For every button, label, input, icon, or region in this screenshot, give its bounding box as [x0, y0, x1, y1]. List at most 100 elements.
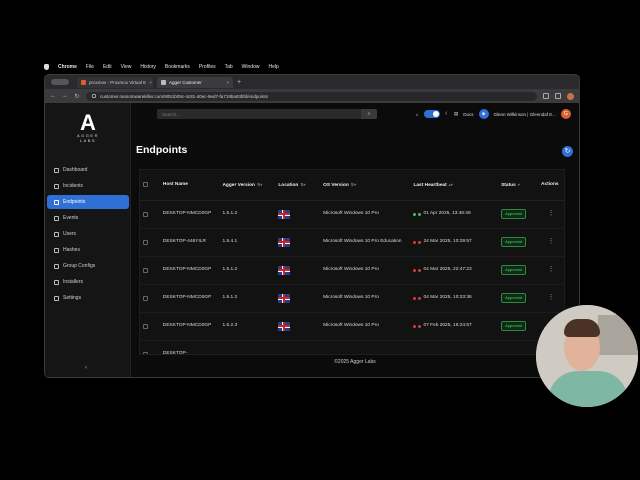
- menu-file[interactable]: File: [86, 64, 94, 70]
- hashes-icon: [54, 247, 59, 253]
- shield-icon[interactable]: ◈: [478, 109, 489, 119]
- host-name-cell: DESKTOP-NMCD0GP: [159, 200, 220, 229]
- table-row[interactable]: DESKTOP-NMCD0GP 1.5.1.2 Microsoft Window…: [140, 200, 564, 229]
- apple-icon[interactable]: [44, 64, 49, 70]
- row-checkbox[interactable]: [143, 211, 148, 217]
- column-header-host-name[interactable]: Host Name: [159, 170, 220, 201]
- sidebar-item-incidents[interactable]: Incidents: [47, 179, 129, 193]
- tab-proxmox[interactable]: proxmox - Proxmox Virtual E ×: [77, 76, 153, 88]
- window-controls[interactable]: [51, 79, 69, 85]
- search-placeholder: Search...: [162, 111, 181, 117]
- sidebar-item-installers[interactable]: Installers: [47, 275, 129, 289]
- column-header-agger-version[interactable]: Agger Version ⇅▾: [219, 170, 276, 201]
- row-checkbox[interactable]: [143, 239, 148, 245]
- table-row[interactable]: DESKTOP-: [140, 340, 564, 354]
- menu-profiles[interactable]: Profiles: [199, 64, 216, 70]
- menu-edit[interactable]: Edit: [103, 64, 112, 70]
- row-actions-icon[interactable]: ⋮: [537, 256, 564, 285]
- sidebar-item-label: Group Configs: [63, 263, 96, 269]
- table-header-row: Host Name Agger Version ⇅▾ Location ⇅▾ OS …: [140, 170, 564, 201]
- column-header-os-version[interactable]: OS Version ⇅▾: [320, 170, 411, 201]
- row-checkbox[interactable]: [143, 323, 148, 329]
- site-info-icon[interactable]: [92, 94, 96, 98]
- status-badge: Approved: [501, 293, 527, 303]
- close-icon[interactable]: ×: [226, 80, 229, 85]
- theme-toggle[interactable]: [423, 110, 440, 118]
- collapse-sidebar-icon[interactable]: ‹: [85, 365, 87, 371]
- menu-view[interactable]: View: [121, 64, 132, 70]
- status-badge: Approved: [501, 237, 527, 247]
- sort-icon[interactable]: ⇅▾: [257, 182, 262, 187]
- menu-app-name[interactable]: Chrome: [58, 64, 77, 70]
- search-icon[interactable]: ⌕: [361, 109, 377, 119]
- sidebar-item-dashboard[interactable]: Dashboard: [47, 163, 129, 177]
- sidebar-item-label: Hashes: [63, 247, 80, 253]
- menu-help[interactable]: Help: [268, 64, 278, 70]
- version-cell: 1.5.1.2: [219, 200, 276, 229]
- extensions-icon[interactable]: [555, 93, 561, 99]
- address-bar[interactable]: customer.ransomwarekiller.com/9051b09c-4…: [86, 91, 537, 101]
- menu-tab[interactable]: Tab: [225, 64, 233, 70]
- new-tab-icon[interactable]: +: [237, 79, 241, 86]
- row-checkbox[interactable]: [143, 295, 148, 301]
- os-version-cell: Microsoft Windows 10 Pro: [320, 312, 411, 341]
- sidebar-item-label: Users: [63, 231, 77, 237]
- sort-icon[interactable]: ⇅▾: [351, 182, 356, 187]
- user-avatar[interactable]: G: [561, 109, 571, 119]
- profile-avatar[interactable]: [567, 92, 574, 100]
- refresh-icon[interactable]: ↻: [562, 146, 573, 157]
- close-icon[interactable]: ×: [149, 80, 152, 85]
- page-title: Endpoints: [136, 144, 188, 156]
- search-input[interactable]: Search... ⌕: [157, 109, 377, 119]
- row-checkbox[interactable]: [143, 351, 148, 354]
- reload-icon[interactable]: ↻: [74, 93, 80, 100]
- column-header-status[interactable]: Status ▾: [498, 170, 538, 201]
- sidebar-item-group-configs[interactable]: Group Configs: [47, 259, 129, 273]
- browser-window: proxmox - Proxmox Virtual E × Agger Cust…: [44, 74, 580, 378]
- menu-bookmarks[interactable]: Bookmarks: [165, 64, 190, 70]
- table-row[interactable]: DESKTOP-NMCD0GP 1.5.1.2 Microsoft Window…: [140, 256, 564, 285]
- tab-agger-customer[interactable]: Agger Customer ×: [157, 76, 233, 88]
- sidebar-nav: Dashboard Incidents Endpoints Events Use…: [45, 163, 131, 307]
- column-header-location[interactable]: Location ⇅▾: [275, 170, 321, 201]
- main-content: Search... ⌕ ☼ ☾ ▤ Docs ◈ Glenn Wilkinson…: [131, 103, 579, 377]
- heartbeat-cell: 07 Feb 2025, 16:24:57: [423, 323, 472, 328]
- sort-icon[interactable]: ▴▾: [449, 182, 453, 187]
- sidebar-item-hashes[interactable]: Hashes: [47, 243, 129, 257]
- menu-window[interactable]: Window: [242, 64, 260, 70]
- row-actions-icon[interactable]: ⋮: [537, 228, 564, 257]
- host-name-cell: DESKTOP-NMCD0GP: [159, 284, 220, 313]
- sort-icon[interactable]: ⇅▾: [300, 182, 305, 187]
- forward-icon[interactable]: →: [62, 93, 68, 99]
- table-row[interactable]: DESKTOP-NMCD0GP 1.5.1.2 Microsoft Window…: [140, 284, 564, 313]
- sidebar-item-events[interactable]: Events: [47, 211, 129, 225]
- sidebar-item-endpoints[interactable]: Endpoints: [47, 195, 129, 209]
- filter-icon[interactable]: ▾: [518, 182, 520, 187]
- table-row[interactable]: DESKTOP-446YILR 1.5.4.1 Microsoft Window…: [140, 228, 564, 257]
- docs-icon: ▤: [454, 111, 459, 116]
- logo-mark-icon: A: [80, 110, 96, 135]
- uk-flag-icon: [278, 293, 291, 303]
- version-cell: [219, 340, 276, 354]
- table-row[interactable]: DESKTOP-NMCD0GP 1.5.2.3 Microsoft Window…: [140, 312, 564, 341]
- host-name-cell: DESKTOP-NMCD0GP: [159, 312, 220, 341]
- select-all-checkbox[interactable]: [143, 182, 148, 188]
- endpoints-icon: [54, 199, 59, 205]
- row-actions-icon[interactable]: ⋮: [537, 200, 564, 229]
- back-icon[interactable]: ←: [50, 93, 56, 99]
- sidebar-item-users[interactable]: Users: [47, 227, 129, 241]
- user-menu-label[interactable]: Glenn Wilkinson | Glenndaf E...: [494, 112, 556, 117]
- webcam-overlay: [536, 305, 638, 407]
- download-icon[interactable]: [543, 93, 549, 99]
- events-icon: [54, 215, 59, 221]
- row-checkbox[interactable]: [143, 267, 148, 273]
- column-header-actions: Actions: [537, 170, 564, 201]
- heartbeat-status-icon: [413, 296, 417, 300]
- menu-history[interactable]: History: [140, 64, 156, 70]
- users-icon: [54, 231, 59, 237]
- sidebar-item-settings[interactable]: Settings: [47, 291, 129, 305]
- docs-link[interactable]: Docs: [463, 112, 473, 117]
- column-header-last-heartbeat[interactable]: Last Heartbeat ▴▾: [410, 170, 499, 201]
- sidebar-item-label: Settings: [63, 295, 82, 301]
- uk-flag-icon: [278, 209, 291, 219]
